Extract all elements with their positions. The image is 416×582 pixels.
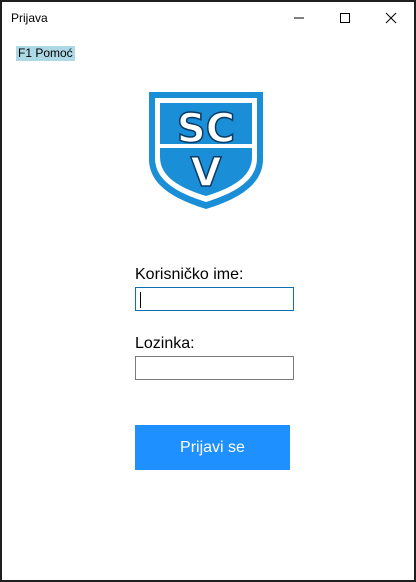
login-window: Prijava F1 Pomoć SC V Korisničko ime: Lo… — [0, 0, 416, 582]
help-hint-label: F1 Pomoć — [16, 46, 75, 61]
login-button[interactable]: Prijavi se — [135, 425, 290, 470]
close-button[interactable] — [368, 2, 414, 33]
username-input[interactable] — [135, 287, 294, 311]
minimize-icon — [294, 17, 304, 18]
password-label: Lozinka: — [135, 335, 195, 352]
close-icon — [385, 12, 397, 23]
logo-text-top: SC — [177, 106, 235, 152]
password-input[interactable] — [135, 356, 294, 380]
window-title: Prijava — [11, 11, 48, 25]
title-bar[interactable]: Prijava — [2, 2, 414, 33]
logo-text-bottom: V — [191, 150, 222, 196]
maximize-button[interactable] — [322, 2, 368, 33]
text-caret — [140, 292, 141, 308]
scv-logo: SC V — [149, 92, 263, 209]
minimize-button[interactable] — [276, 2, 322, 33]
username-label: Korisničko ime: — [135, 266, 244, 283]
maximize-icon — [340, 12, 350, 23]
